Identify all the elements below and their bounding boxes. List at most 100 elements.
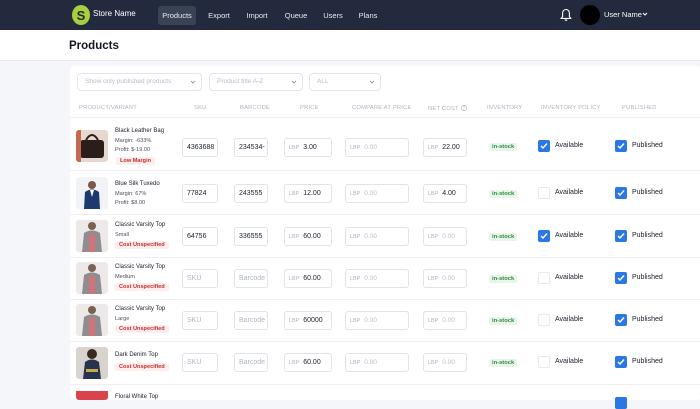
compare-price-placeholder: 0.00 <box>364 275 377 282</box>
inventory-status-badge: in-stock <box>489 233 518 241</box>
currency-label: LBP <box>428 191 439 197</box>
currency-label: LBP <box>428 234 439 240</box>
product-name[interactable]: Classic Varsity Top <box>115 222 165 228</box>
inventory-policy-checkbox[interactable] <box>538 187 550 199</box>
net-cost-placeholder: 0.00 <box>442 275 455 282</box>
currency-label: LBP <box>289 276 300 282</box>
check-icon <box>617 275 625 282</box>
published-checkbox[interactable] <box>615 314 627 326</box>
product-name[interactable]: Blue Silk Tuxedo <box>115 181 160 187</box>
published-label: Published <box>632 316 663 323</box>
chevron-down-icon[interactable] <box>642 11 648 17</box>
sku-input[interactable]: 64756 <box>182 227 218 246</box>
currency-label: LBP <box>350 145 361 151</box>
currency-label: LBP <box>350 276 361 282</box>
product-name[interactable]: Dark Denim Top <box>115 352 158 358</box>
price-input[interactable]: LBP 60.00 <box>284 353 332 372</box>
inventory-policy-label: Available <box>555 142 584 149</box>
compare-price-input[interactable]: LBP 0.00 <box>345 227 409 246</box>
product-name[interactable]: Classic Varsity Top <box>115 306 165 312</box>
product-thumbnail[interactable] <box>76 389 108 400</box>
column-header-published: PUBLISHED <box>622 105 657 111</box>
sku-input[interactable]: SKU <box>182 353 218 372</box>
inventory-policy-checkbox[interactable] <box>538 314 550 326</box>
price-input[interactable]: LBP 12.00 <box>284 184 332 203</box>
inventory-policy-label: Available <box>555 189 584 196</box>
nav-export[interactable]: Export <box>204 6 234 25</box>
inventory-status-badge: in-stock <box>489 275 518 283</box>
net-cost-input[interactable]: LBP 0.00 <box>423 311 467 330</box>
net-cost-input[interactable]: LBP 0.00 <box>423 269 467 288</box>
price-value: 60.00 <box>303 275 321 282</box>
nav-products[interactable]: Products <box>158 6 196 25</box>
published-checkbox[interactable] <box>615 272 627 284</box>
net-cost-input[interactable]: LBP 22.00 <box>423 138 467 157</box>
nav-queue[interactable]: Queue <box>282 6 310 25</box>
published-checkbox[interactable] <box>615 397 627 409</box>
net-cost-input[interactable]: LBP 0.00 <box>423 227 467 246</box>
product-name[interactable]: Black Leather Bag <box>115 128 164 134</box>
product-thumbnail[interactable] <box>76 177 108 209</box>
published-label: Published <box>632 358 663 365</box>
product-thumbnail[interactable] <box>76 262 108 294</box>
product-thumbnail[interactable] <box>76 347 108 379</box>
compare-price-input[interactable]: LBP 0.00 <box>345 311 409 330</box>
barcode-input[interactable]: Barcode <box>234 269 268 288</box>
column-header-sku: SKU <box>194 105 207 111</box>
product-thumbnail[interactable] <box>76 304 108 336</box>
help-icon[interactable]: ? <box>460 105 467 111</box>
net-cost-placeholder: 0.00 <box>442 317 455 324</box>
inventory-policy-checkbox[interactable] <box>538 356 550 368</box>
inventory-policy-checkbox[interactable] <box>538 272 550 284</box>
barcode-input[interactable]: Barcode <box>234 353 268 372</box>
inventory-policy-checkbox[interactable] <box>538 230 550 242</box>
chevron-down-icon <box>190 80 196 84</box>
compare-price-input[interactable]: LBP 0.00 <box>345 138 409 157</box>
sku-input[interactable]: 4363688 <box>182 138 218 157</box>
price-value: 12.00 <box>303 190 321 197</box>
check-icon <box>617 190 625 197</box>
product-thumbnail[interactable] <box>76 130 108 162</box>
compare-price-input[interactable]: LBP 0.00 <box>345 353 409 372</box>
barcode-input[interactable]: 336555 <box>234 227 268 246</box>
store-logo[interactable]: S <box>72 5 90 25</box>
product-margin: Margin: -633% <box>115 138 152 144</box>
net-cost-input[interactable]: LBP 0.00 <box>423 353 467 372</box>
price-value: 60.00 <box>303 233 321 240</box>
nav-plans[interactable]: Plans <box>355 6 381 25</box>
inventory-filter-select[interactable]: ALL <box>309 73 381 91</box>
price-input[interactable]: LBP 3.00 <box>284 138 332 157</box>
published-checkbox[interactable] <box>615 230 627 242</box>
avatar[interactable] <box>580 5 600 25</box>
published-checkbox[interactable] <box>615 140 627 152</box>
sort-select[interactable]: Product title A-Z <box>209 73 303 91</box>
product-name[interactable]: Floral White Top <box>115 394 158 400</box>
sku-input[interactable]: SKU <box>182 311 218 330</box>
net-cost-input[interactable]: LBP 4.00 <box>423 184 467 203</box>
product-name[interactable]: Classic Varsity Top <box>115 264 165 270</box>
nav-users[interactable]: Users <box>320 6 346 25</box>
barcode-input[interactable]: 243555 <box>234 184 268 203</box>
inventory-policy-checkbox[interactable] <box>538 140 550 152</box>
price-input[interactable]: LBP 60.00 <box>284 227 332 246</box>
bell-icon[interactable] <box>560 8 572 22</box>
published-filter-select[interactable]: Show only published products <box>77 73 202 91</box>
published-checkbox[interactable] <box>615 187 627 199</box>
barcode-input[interactable]: Barcode <box>234 311 268 330</box>
compare-price-input[interactable]: LBP 0.00 <box>345 269 409 288</box>
nav-import[interactable]: Import <box>242 6 272 25</box>
published-checkbox[interactable] <box>615 356 627 368</box>
store-name[interactable]: Store Name <box>93 9 136 18</box>
sku-input[interactable]: SKU <box>182 269 218 288</box>
variant-size: Medium <box>115 274 135 280</box>
compare-price-input[interactable]: LBP 0.00 <box>345 184 409 203</box>
user-name[interactable]: User Name <box>604 10 642 19</box>
price-input[interactable]: LBP 60000 <box>284 311 332 330</box>
sku-input[interactable]: 77824 <box>182 184 218 203</box>
product-thumbnail[interactable] <box>76 220 108 252</box>
barcode-input[interactable]: 234534- <box>234 138 268 157</box>
compare-price-placeholder: 0.00 <box>364 233 377 240</box>
price-input[interactable]: LBP 60.00 <box>284 269 332 288</box>
check-icon <box>617 317 625 324</box>
product-profit: Profit: $8.00 <box>115 200 146 206</box>
